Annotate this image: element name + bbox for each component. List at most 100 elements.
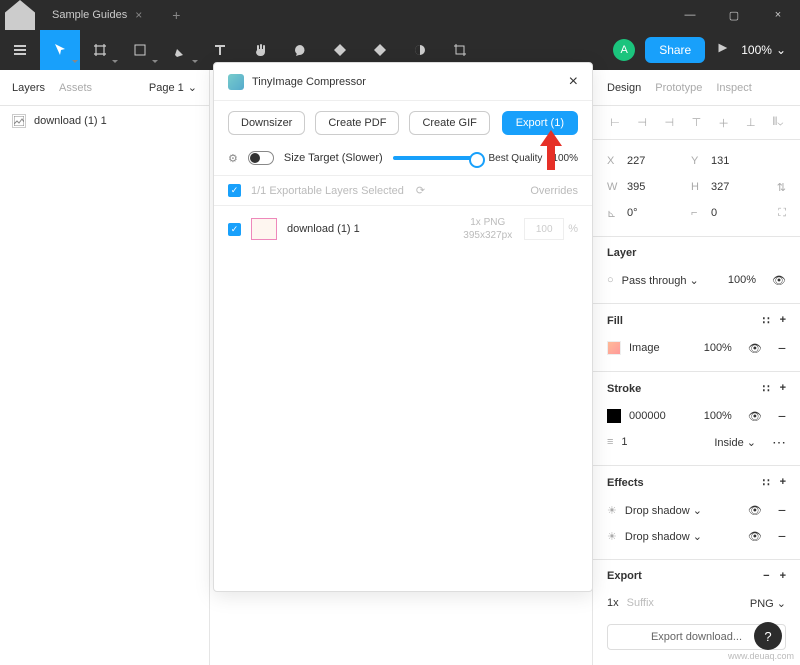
x-input[interactable]: 227 [627, 155, 685, 167]
effect-settings-icon[interactable]: ☀ [607, 530, 617, 543]
style-icon[interactable]: ∷ [763, 476, 770, 489]
remove-effect-icon[interactable]: − [778, 502, 786, 518]
plugin-logo-icon [228, 74, 244, 90]
eye-icon[interactable]: 👁 [772, 274, 786, 287]
eye-icon[interactable]: 👁 [748, 342, 762, 355]
remove-stroke-icon[interactable]: − [778, 408, 786, 424]
layer-opacity-input[interactable]: 100% [728, 274, 756, 286]
create-pdf-button[interactable]: Create PDF [315, 111, 399, 135]
help-button[interactable]: ? [754, 622, 782, 650]
settings-icon[interactable]: ⚙ [228, 152, 238, 165]
tab-design[interactable]: Design [607, 82, 641, 94]
effect-type-select[interactable]: Drop shadow ⌄ [625, 504, 702, 517]
tab-inspect[interactable]: Inspect [716, 82, 751, 94]
item-meta: 1x PNG 395x327px [463, 216, 512, 242]
close-tab-icon[interactable]: × [135, 8, 142, 22]
tab-assets[interactable]: Assets [59, 82, 92, 94]
stroke-align-select[interactable]: Inside ⌄ [714, 436, 756, 449]
section-stroke-title: Stroke [607, 383, 641, 395]
align-left-icon[interactable]: ⊢ [607, 116, 623, 129]
share-button[interactable]: Share [645, 37, 705, 63]
distribute-icon[interactable]: ⦀⌄ [770, 116, 786, 129]
window-maximize[interactable]: ▢ [712, 0, 756, 30]
add-fill-icon[interactable]: + [780, 314, 786, 327]
item-checkbox[interactable]: ✓ [228, 223, 241, 236]
chevron-down-icon: ⌄ [776, 43, 786, 57]
align-center-h-icon[interactable]: ⊣ [634, 116, 650, 129]
stroke-hex-input[interactable]: 000000 [629, 410, 666, 422]
effect-settings-icon[interactable]: ☀ [607, 504, 617, 517]
add-effect-icon[interactable]: + [780, 476, 786, 489]
y-label: Y [691, 155, 705, 167]
fill-swatch[interactable] [607, 341, 621, 355]
stroke-options-icon[interactable]: ⋯ [772, 434, 786, 451]
export-scale-select[interactable]: 1x [607, 597, 619, 609]
window-close[interactable]: × [756, 0, 800, 30]
remove-effect-icon[interactable]: − [778, 528, 786, 544]
tab-prototype[interactable]: Prototype [655, 82, 702, 94]
frame-tool[interactable] [80, 30, 120, 70]
export-format-select[interactable]: PNG ⌄ [750, 597, 786, 610]
avatar[interactable]: A [613, 39, 635, 61]
refresh-icon[interactable]: ⟳ [416, 184, 425, 197]
downsizer-button[interactable]: Downsizer [228, 111, 305, 135]
stroke-width-input[interactable]: 1 [621, 436, 627, 448]
stroke-opacity-input[interactable]: 100% [704, 410, 732, 422]
align-right-icon[interactable]: ⊣ [661, 116, 677, 129]
eye-icon[interactable]: 👁 [748, 410, 762, 423]
new-tab-button[interactable]: + [160, 7, 192, 23]
style-icon[interactable]: ∷ [763, 314, 770, 327]
fill-opacity-input[interactable]: 100% [704, 342, 732, 354]
add-export-icon[interactable]: + [780, 570, 786, 582]
create-gif-button[interactable]: Create GIF [409, 111, 489, 135]
page-selector[interactable]: Page 1 ⌄ [149, 81, 197, 94]
layer-name: download (1) 1 [34, 115, 107, 127]
blend-mode-select[interactable]: Pass through ⌄ [622, 274, 699, 287]
rotation-input[interactable]: 0° [627, 207, 685, 219]
layer-item[interactable]: download (1) 1 [0, 106, 209, 136]
overrides-button[interactable]: Overrides [530, 185, 578, 197]
h-input[interactable]: 327 [711, 181, 769, 193]
section-fill-title: Fill [607, 315, 623, 327]
fill-type[interactable]: Image [629, 342, 660, 354]
size-target-toggle[interactable] [248, 151, 274, 165]
item-thumbnail [251, 218, 277, 240]
stroke-weight-icon: ≡ [607, 436, 613, 448]
h-label: H [691, 181, 705, 193]
remove-fill-icon[interactable]: − [778, 340, 786, 356]
item-quality-input[interactable]: 100 [524, 218, 564, 240]
shape-tool[interactable] [120, 30, 160, 70]
tab-layers[interactable]: Layers [12, 82, 45, 94]
align-center-v-icon[interactable]: ＋ [716, 115, 732, 131]
eye-icon[interactable]: 👁 [748, 504, 762, 517]
document-tab[interactable]: Sample Guides × [40, 0, 160, 30]
close-icon[interactable]: × [569, 73, 578, 91]
remove-export-icon[interactable]: − [763, 570, 769, 582]
select-all-checkbox[interactable]: ✓ [228, 184, 241, 197]
independent-corners-icon[interactable]: ⛶ [778, 207, 786, 220]
style-icon[interactable]: ∷ [763, 382, 770, 395]
tab-label: Sample Guides [52, 9, 127, 21]
constrain-icon[interactable]: ⇅ [777, 181, 786, 194]
main-menu-button[interactable] [0, 30, 40, 70]
present-button[interactable] [715, 41, 729, 60]
export-suffix-input[interactable]: Suffix [627, 597, 654, 609]
window-minimize[interactable]: — [668, 0, 712, 30]
w-input[interactable]: 395 [627, 181, 685, 193]
stroke-swatch[interactable] [607, 409, 621, 423]
zoom-menu[interactable]: 100% ⌄ [741, 43, 786, 57]
export-count-button[interactable]: Export (1) [502, 111, 578, 135]
export-item-row[interactable]: ✓ download (1) 1 1x PNG 395x327px 100 % [214, 206, 592, 252]
corner-icon: ⌐ [691, 207, 705, 219]
y-input[interactable]: 131 [711, 155, 769, 167]
add-stroke-icon[interactable]: + [780, 382, 786, 395]
quality-slider[interactable] [393, 156, 479, 160]
modal-title: TinyImage Compressor [252, 76, 366, 88]
pen-tool[interactable] [160, 30, 200, 70]
move-tool[interactable] [40, 30, 80, 70]
align-top-icon[interactable]: ⊤ [688, 116, 704, 129]
align-bottom-icon[interactable]: ⊥ [743, 116, 759, 129]
eye-icon[interactable]: 👁 [748, 530, 762, 543]
corner-input[interactable]: 0 [711, 207, 769, 219]
effect-type-select[interactable]: Drop shadow ⌄ [625, 530, 702, 543]
